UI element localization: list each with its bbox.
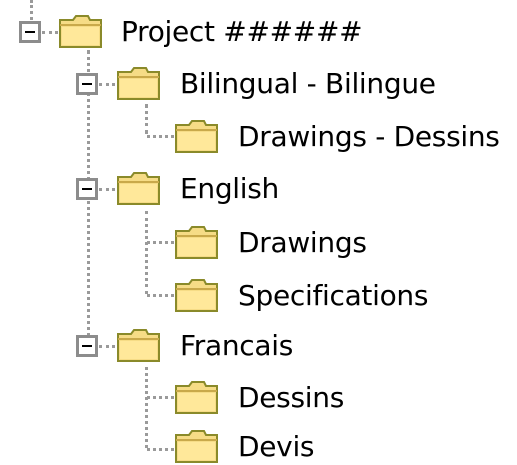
tree-connector (145, 367, 148, 448)
tree-connector (99, 83, 115, 86)
folder-closed-icon (58, 13, 103, 49)
collapse-toggle-francais[interactable] (76, 335, 98, 357)
folder-closed-icon (116, 65, 161, 101)
tree-connector (147, 396, 174, 399)
tree-connector (147, 448, 174, 451)
tree-item-label-english[interactable]: English (180, 171, 279, 207)
collapse-toggle-project[interactable] (19, 21, 41, 43)
folder-closed-icon (174, 118, 219, 154)
tree-item-label-drawings[interactable]: Drawings (238, 225, 367, 261)
collapse-toggle-english[interactable] (76, 178, 98, 200)
folder-tree: Project ###### Bilingual - Bilingue Draw… (0, 0, 517, 465)
tree-item-label-drawings-dessins[interactable]: Drawings - Dessins (238, 119, 500, 155)
folder-closed-icon (174, 379, 219, 415)
tree-item-label-bilingual[interactable]: Bilingual - Bilingue (180, 66, 436, 102)
tree-connector (147, 294, 174, 297)
tree-item-label-project[interactable]: Project ###### (121, 14, 363, 50)
tree-connector (30, 0, 33, 20)
tree-connector (147, 135, 174, 138)
tree-connector (42, 31, 58, 34)
folder-closed-icon (116, 170, 161, 206)
folder-closed-icon (174, 428, 219, 464)
tree-connector (145, 211, 148, 294)
tree-connector (147, 241, 174, 244)
tree-item-label-dessins[interactable]: Dessins (238, 380, 344, 416)
folder-closed-icon (116, 327, 161, 363)
folder-closed-icon (174, 277, 219, 313)
tree-item-label-devis[interactable]: Devis (238, 429, 315, 465)
tree-connector (145, 104, 148, 134)
collapse-toggle-bilingual[interactable] (76, 73, 98, 95)
tree-item-label-specifications[interactable]: Specifications (238, 278, 428, 314)
folder-closed-icon (174, 224, 219, 260)
tree-connector (99, 345, 115, 348)
tree-connector (99, 188, 115, 191)
tree-item-label-francais[interactable]: Francais (180, 328, 293, 364)
